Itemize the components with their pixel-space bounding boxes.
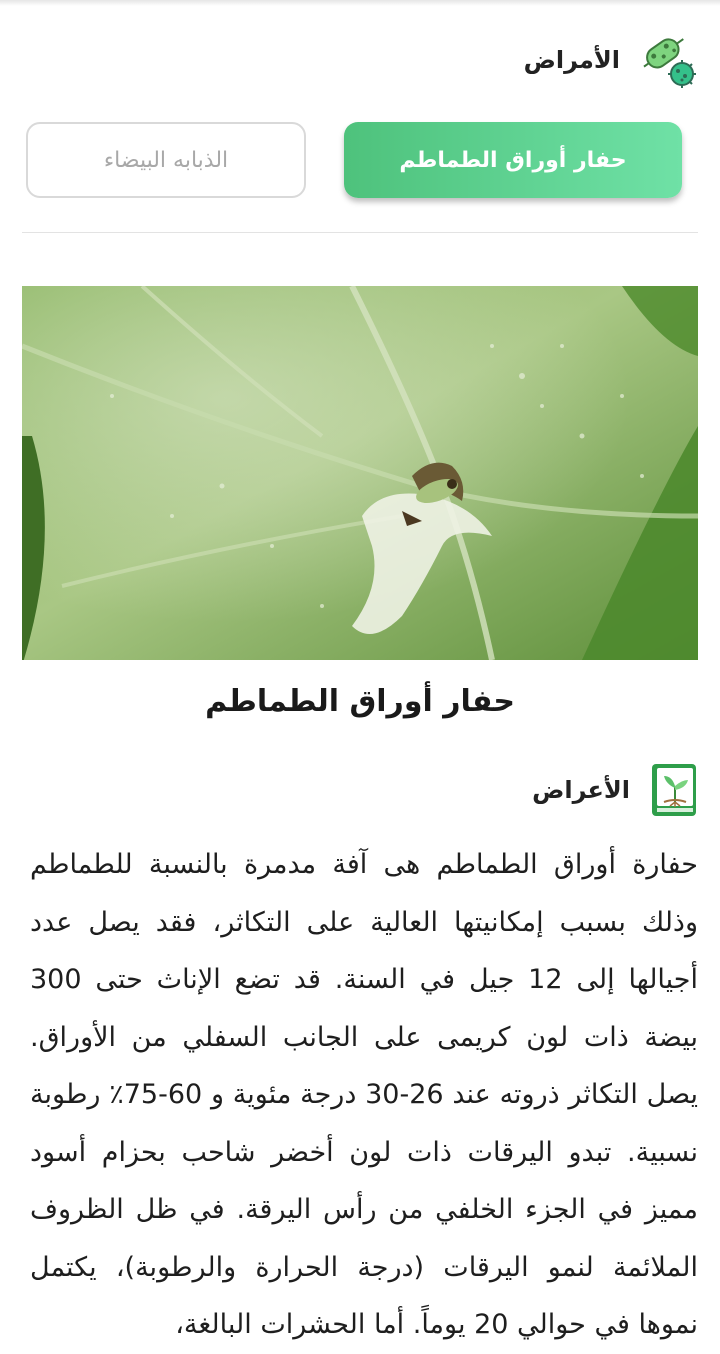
screen-header: الأمراض: [22, 28, 698, 92]
tomato-leafminer-photo: [22, 286, 698, 660]
symptoms-header: الأعراض: [532, 760, 698, 820]
pest-title: حفار أوراق الطماطم: [205, 684, 515, 719]
bacteria-icon: [643, 38, 696, 88]
top-shadow: [0, 0, 720, 6]
tab-whitefly[interactable]: الذبابه البيضاء: [26, 122, 306, 198]
symptoms-label: الأعراض: [532, 776, 630, 804]
pest-tabs: حفار أوراق الطماطم الذبابه البيضاء: [26, 122, 682, 202]
tab-tomato-leafminer[interactable]: حفار أوراق الطماطم: [344, 122, 682, 198]
divider: [22, 232, 698, 233]
page-title: الأمراض: [523, 46, 620, 74]
plant-book-icon: [652, 764, 696, 816]
symptoms-text: حفارة أوراق الطماطم هى آفة مدمرة بالنسبة…: [30, 849, 698, 1340]
